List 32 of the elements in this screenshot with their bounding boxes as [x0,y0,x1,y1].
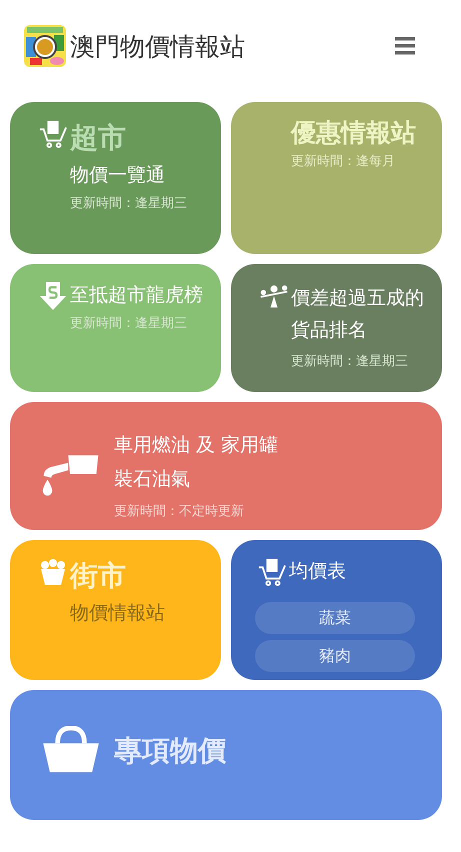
cart-dollar-icon [257,558,287,586]
category-tile[interactable]: 優惠情報站 更新時間：逢每月 [231,102,442,254]
category-button[interactable]: 豬肉 [255,640,415,672]
tile-subtitle: 物價情報站 [70,601,165,626]
menu-icon[interactable] [395,37,415,55]
category-tile[interactable]: 至抵超市龍虎榜 更新時間：逢星期三 [10,264,221,392]
category-tile[interactable]: 價差超過五成的貨品排名 更新時間：逢星期三 [231,264,442,392]
category-button[interactable]: 蔬菜 [255,602,415,634]
tile-title: 專項物價 [114,738,226,764]
tile-title: 均價表 [289,559,346,584]
update-time: 更新時間：逢星期三 [70,195,187,212]
update-time: 更新時間：逢星期三 [291,353,408,370]
update-time: 更新時間：逢每月 [291,153,395,170]
tile-title: 車用燃油 及 家用罐裝石油氣 [114,433,280,492]
flower-basket-icon [38,558,68,586]
category-tile[interactable]: 超市 物價一覽通 更新時間：逢星期三 [10,102,221,254]
category-tile[interactable]: 車用燃油 及 家用罐裝石油氣 更新時間：不定時更新 [10,402,442,530]
tile-subtitle: 物價一覽通 [70,163,165,188]
cart-dollar-icon [38,120,68,148]
app-title: 澳門物價情報站 [70,30,246,62]
tile-title: 優惠情報站 [291,120,416,146]
tile-title: 街市 [70,558,126,594]
logo-icon [24,25,66,67]
tile-title: 超市 [70,120,126,156]
category-tile[interactable]: 專項物價 [10,690,442,820]
category-tile[interactable]: 均價表 蔬菜 豬肉 [231,540,442,680]
tile-title: 至抵超市龍虎榜 [70,283,203,308]
category-tile[interactable]: 街市 物價情報站 [10,540,221,680]
update-time: 更新時間：不定時更新 [114,503,244,520]
tile-title: 價差超過五成的貨品排名 [291,286,425,343]
update-time: 更新時間：逢星期三 [70,315,187,332]
down-arrow-dollar-icon [38,282,68,310]
